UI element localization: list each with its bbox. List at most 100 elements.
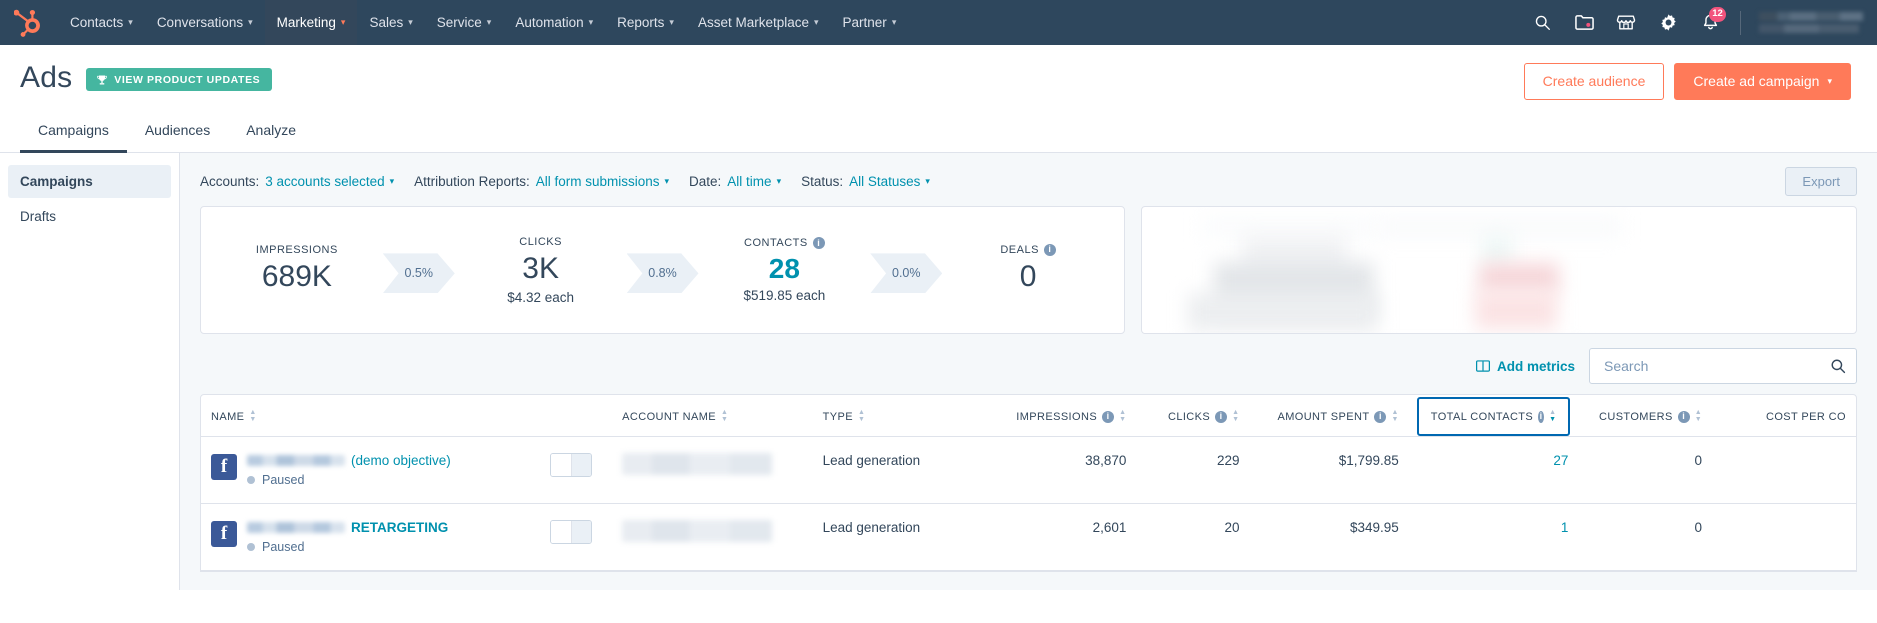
tab-audiences[interactable]: Audiences bbox=[127, 112, 228, 153]
sort-arrows-icon[interactable]: ▲ ▼ bbox=[858, 409, 865, 423]
metric-subtext: $519.85 each bbox=[743, 288, 826, 304]
metrics-row: IMPRESSIONS 689K 0.5% CLICKS 3K $4.32 ea… bbox=[180, 206, 1877, 335]
nav-item-marketing[interactable]: Marketing ▾ bbox=[264, 0, 358, 45]
column-header-impressions[interactable]: IMPRESSIONS i ▲ ▼ bbox=[992, 395, 1137, 438]
filter-date-dropdown[interactable]: All time ▾ bbox=[727, 174, 781, 189]
status-dot-icon bbox=[247, 476, 255, 485]
facebook-icon: f bbox=[211, 521, 237, 548]
filter-attribution-dropdown[interactable]: All form submissions ▾ bbox=[536, 174, 669, 189]
sidebar-item-drafts[interactable]: Drafts bbox=[8, 200, 171, 233]
info-icon[interactable]: i bbox=[812, 237, 825, 250]
column-header-clicks[interactable]: CLICKS i ▲ ▼ bbox=[1136, 395, 1250, 438]
filter-accounts-dropdown[interactable]: 3 accounts selected ▾ bbox=[265, 174, 394, 189]
nav-item-asset-marketplace[interactable]: Asset Marketplace ▾ bbox=[686, 0, 831, 45]
column-header-amount-spent[interactable]: AMOUNT SPENT i ▲ ▼ bbox=[1249, 395, 1409, 438]
left-sidebar: Campaigns Drafts bbox=[0, 153, 180, 591]
notifications-bell-icon[interactable]: 12 bbox=[1694, 6, 1726, 39]
chevron-down-icon: ▾ bbox=[128, 17, 133, 27]
cell-type: Lead generation bbox=[812, 436, 993, 505]
chevron-down-icon: ▾ bbox=[408, 17, 413, 27]
table-row[interactable]: f (demo objective) Paused Lead generatio… bbox=[201, 436, 1856, 505]
column-header-name[interactable]: NAME ▲ ▼ bbox=[201, 395, 541, 438]
sort-arrows-icon[interactable]: ▲ ▼ bbox=[1119, 409, 1126, 423]
marketplace-store-icon[interactable] bbox=[1610, 7, 1642, 39]
nav-item-conversations[interactable]: Conversations ▾ bbox=[145, 0, 265, 45]
nav-utility-icons: 12 bbox=[1526, 0, 1863, 45]
cell-toggle bbox=[540, 503, 613, 572]
campaigns-table: NAME ▲ ▼ ACCOUNT NAME ▲ ▼ TYPE ▲ ▼ IMPRE… bbox=[200, 394, 1857, 573]
search-icon[interactable] bbox=[1526, 7, 1558, 39]
export-button[interactable]: Export bbox=[1785, 167, 1857, 197]
cell-impressions: 2,601 bbox=[992, 503, 1137, 572]
column-header-account-name[interactable]: ACCOUNT NAME ▲ ▼ bbox=[612, 395, 813, 438]
cell-total-contacts[interactable]: 1 bbox=[1408, 503, 1579, 572]
cell-clicks: 229 bbox=[1136, 436, 1250, 505]
sort-arrows-icon[interactable]: ▲ ▼ bbox=[1549, 409, 1556, 423]
column-header-cost-per-contact[interactable]: COST PER CO bbox=[1712, 395, 1856, 438]
search-icon bbox=[1831, 359, 1846, 374]
page-title-group: Ads VIEW PRODUCT UPDATES bbox=[20, 61, 273, 94]
tab-analyze[interactable]: Analyze bbox=[228, 112, 314, 153]
chevron-down-icon: ▾ bbox=[389, 176, 395, 187]
campaign-enable-toggle[interactable] bbox=[550, 453, 593, 478]
chevron-down-icon: ▾ bbox=[340, 17, 346, 27]
sidebar-item-campaigns[interactable]: Campaigns bbox=[8, 165, 171, 199]
columns-icon bbox=[1475, 360, 1490, 373]
info-icon[interactable]: i bbox=[1043, 243, 1056, 256]
column-label: CUSTOMERS bbox=[1599, 410, 1673, 423]
metric-contacts: CONTACTS i 28 $519.85 each bbox=[699, 237, 871, 303]
hubspot-sprocket-logo[interactable] bbox=[10, 6, 44, 40]
nav-item-reports[interactable]: Reports ▾ bbox=[605, 0, 686, 45]
account-avatar-redacted[interactable] bbox=[1755, 8, 1863, 38]
add-metrics-button[interactable]: Add metrics bbox=[1475, 359, 1575, 374]
create-audience-button[interactable]: Create audience bbox=[1523, 63, 1665, 101]
nav-item-sales[interactable]: Sales ▾ bbox=[357, 0, 424, 45]
info-icon[interactable]: i bbox=[1102, 410, 1115, 423]
trophy-icon bbox=[97, 75, 108, 85]
nav-item-service[interactable]: Service ▾ bbox=[425, 0, 504, 45]
sort-arrows-icon[interactable]: ▲ ▼ bbox=[1232, 409, 1239, 423]
table-row[interactable]: f RETARGETING Paused Lead generation 2,6… bbox=[201, 503, 1856, 572]
sort-arrows-icon[interactable]: ▲ ▼ bbox=[721, 409, 728, 423]
search-input[interactable] bbox=[1602, 357, 1830, 376]
campaign-name-link[interactable]: RETARGETING bbox=[351, 520, 448, 535]
create-ad-campaign-button[interactable]: Create ad campaign ▾ bbox=[1674, 63, 1851, 101]
nav-label: Marketing bbox=[276, 15, 336, 30]
folder-icon[interactable] bbox=[1568, 7, 1600, 39]
info-icon[interactable]: i bbox=[1538, 410, 1545, 423]
nav-item-partner[interactable]: Partner ▾ bbox=[831, 0, 909, 45]
tab-campaigns[interactable]: Campaigns bbox=[20, 112, 127, 154]
sort-arrows-icon[interactable]: ▲ ▼ bbox=[1695, 409, 1702, 423]
column-label: TYPE bbox=[822, 410, 853, 423]
page-header: Ads VIEW PRODUCT UPDATES Create audience… bbox=[0, 45, 1877, 101]
search-box[interactable] bbox=[1589, 348, 1857, 385]
column-header-customers[interactable]: CUSTOMERS i ▲ ▼ bbox=[1578, 395, 1713, 438]
campaign-enable-toggle[interactable] bbox=[550, 520, 593, 545]
view-product-updates-button[interactable]: VIEW PRODUCT UPDATES bbox=[86, 68, 273, 91]
info-icon[interactable]: i bbox=[1215, 410, 1228, 423]
column-header-type[interactable]: TYPE ▲ ▼ bbox=[812, 395, 993, 438]
updates-badge-label: VIEW PRODUCT UPDATES bbox=[114, 74, 261, 86]
gear-icon[interactable] bbox=[1652, 7, 1684, 39]
campaign-name-redacted bbox=[247, 455, 345, 467]
conversion-rate-impressions-to-clicks: 0.5% bbox=[382, 253, 455, 294]
status-label: Paused bbox=[262, 473, 305, 488]
cell-total-contacts[interactable]: 27 bbox=[1408, 436, 1579, 505]
filter-value-text: 3 accounts selected bbox=[265, 174, 385, 190]
nav-label: Contacts bbox=[70, 15, 124, 30]
filter-value-text: All time bbox=[727, 174, 772, 190]
nav-item-automation[interactable]: Automation ▾ bbox=[503, 0, 605, 45]
column-header-total-contacts[interactable]: TOTAL CONTACTS i ▲ ▼ bbox=[1408, 395, 1579, 438]
nav-label: Automation bbox=[515, 15, 584, 30]
info-icon[interactable]: i bbox=[1677, 410, 1690, 423]
campaign-name-link[interactable]: (demo objective) bbox=[351, 453, 451, 468]
filter-date: Date: All time ▾ bbox=[689, 174, 781, 189]
cell-amount-spent: $349.95 bbox=[1249, 503, 1409, 572]
filter-status-dropdown[interactable]: All Statuses ▾ bbox=[849, 174, 930, 189]
nav-item-contacts[interactable]: Contacts ▾ bbox=[58, 0, 145, 45]
sort-arrows-icon[interactable]: ▲ ▼ bbox=[1391, 409, 1398, 423]
filter-label: Status: bbox=[801, 174, 844, 190]
sort-arrows-icon[interactable]: ▲ ▼ bbox=[249, 409, 256, 423]
info-icon[interactable]: i bbox=[1374, 410, 1387, 423]
filter-label: Attribution Reports: bbox=[414, 174, 530, 190]
